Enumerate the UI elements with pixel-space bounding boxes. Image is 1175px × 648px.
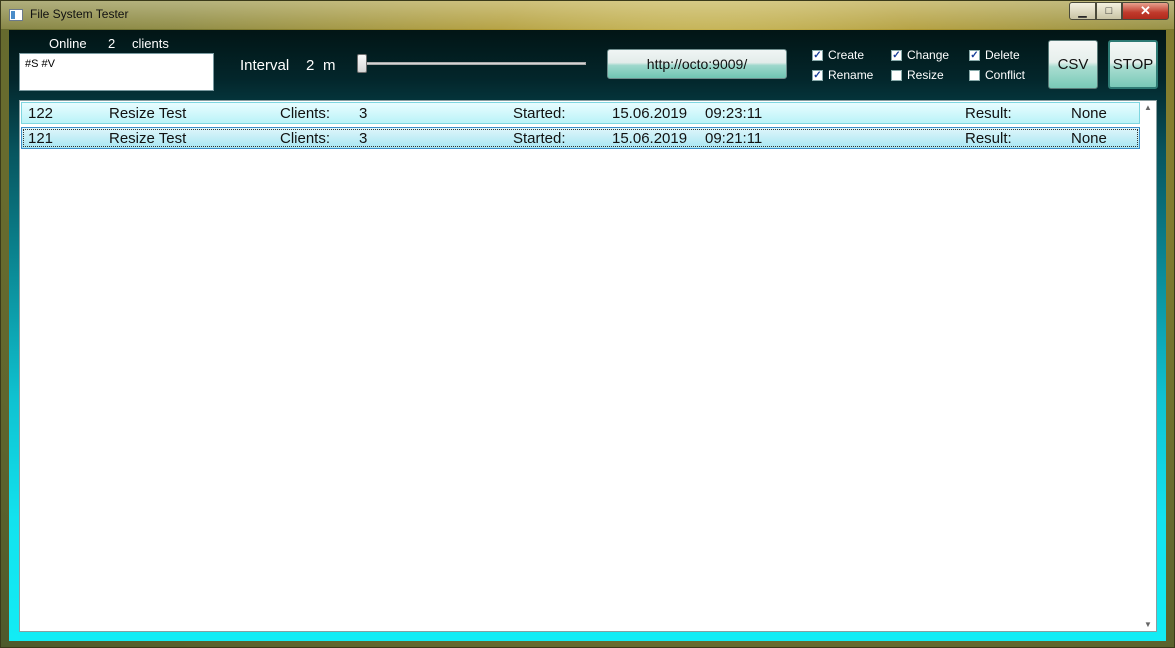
delete-checkbox[interactable]: ✓ Delete (969, 48, 1020, 62)
vertical-scrollbar[interactable]: ▲ ▼ (1140, 101, 1156, 631)
checkbox-label: Change (907, 48, 950, 62)
started-label: Started: (513, 105, 566, 122)
clients-label: clients (132, 36, 169, 51)
close-icon: ✕ (1140, 3, 1151, 18)
scroll-down-icon[interactable]: ▼ (1144, 620, 1152, 629)
test-name: Resize Test (109, 130, 187, 147)
checkbox-icon: ✓ (969, 49, 980, 61)
minimize-icon: ▁ (1078, 5, 1087, 18)
client-area: Online 2 clients #S #V Interval 2 m http… (9, 30, 1166, 641)
resize-checkbox[interactable]: Resize (891, 68, 944, 82)
csv-button[interactable]: CSV (1048, 40, 1098, 89)
app-window-icon (9, 9, 23, 21)
test-name: Resize Test (109, 105, 187, 122)
checkbox-label: Resize (907, 68, 944, 82)
test-id: 121 (28, 130, 54, 147)
filter-input[interactable]: #S #V (19, 53, 214, 91)
clients-label: Clients: (280, 130, 331, 147)
test-list[interactable]: 122 Resize Test Clients: 3 Started: 15.0… (19, 100, 1157, 632)
scroll-up-icon[interactable]: ▲ (1144, 103, 1152, 112)
change-checkbox[interactable]: ✓ Change (891, 48, 949, 62)
conflict-checkbox[interactable]: Conflict (969, 68, 1025, 82)
maximize-icon: □ (1105, 5, 1113, 17)
checkbox-icon: ✓ (891, 49, 902, 61)
checkbox-icon: ✓ (812, 49, 823, 61)
result-value: None (1071, 130, 1107, 147)
clients-count: 3 (359, 130, 368, 147)
interval-slider-thumb[interactable] (357, 54, 367, 73)
checkbox-icon (891, 69, 902, 81)
result-label: Result: (965, 105, 1012, 122)
online-label: Online (49, 36, 87, 51)
checkbox-icon (969, 69, 980, 81)
result-value: None (1071, 105, 1107, 122)
checkbox-label: Create (828, 48, 865, 62)
result-label: Result: (965, 130, 1012, 147)
window-title: File System Tester (30, 7, 129, 21)
interval-value: 2 (306, 57, 315, 74)
rename-checkbox[interactable]: ✓ Rename (812, 68, 873, 82)
start-date: 15.06.2019 (612, 105, 688, 122)
checkbox-label: Conflict (985, 68, 1026, 82)
start-time: 09:23:11 (705, 105, 763, 122)
maximize-button[interactable]: □ (1096, 2, 1122, 20)
test-row[interactable]: 122 Resize Test Clients: 3 Started: 15.0… (21, 102, 1140, 124)
started-label: Started: (513, 130, 566, 147)
interval-unit: m (323, 57, 336, 74)
create-checkbox[interactable]: ✓ Create (812, 48, 864, 62)
caption-buttons: ▁ □ ✕ (1069, 2, 1169, 20)
test-row[interactable]: 121 Resize Test Clients: 3 Started: 15.0… (21, 127, 1140, 149)
checkbox-label: Rename (828, 68, 874, 82)
test-id: 122 (28, 105, 54, 122)
stop-button[interactable]: STOP (1108, 40, 1158, 89)
interval-label: Interval (240, 57, 290, 74)
interval-slider-track[interactable] (364, 62, 586, 65)
clients-count: 3 (359, 105, 368, 122)
checkbox-label: Delete (985, 48, 1020, 62)
clients-label: Clients: (280, 105, 331, 122)
online-count: 2 (108, 36, 116, 51)
start-time: 09:21:11 (705, 130, 763, 147)
app-window: File System Tester ▁ □ ✕ Online 2 client… (0, 0, 1175, 648)
start-date: 15.06.2019 (612, 130, 688, 147)
close-button[interactable]: ✕ (1122, 2, 1169, 20)
title-bar[interactable]: File System Tester ▁ □ ✕ (1, 1, 1174, 29)
server-url-button[interactable]: http://octo:9009/ (607, 49, 787, 79)
checkbox-icon: ✓ (812, 69, 823, 81)
minimize-button[interactable]: ▁ (1069, 2, 1096, 20)
